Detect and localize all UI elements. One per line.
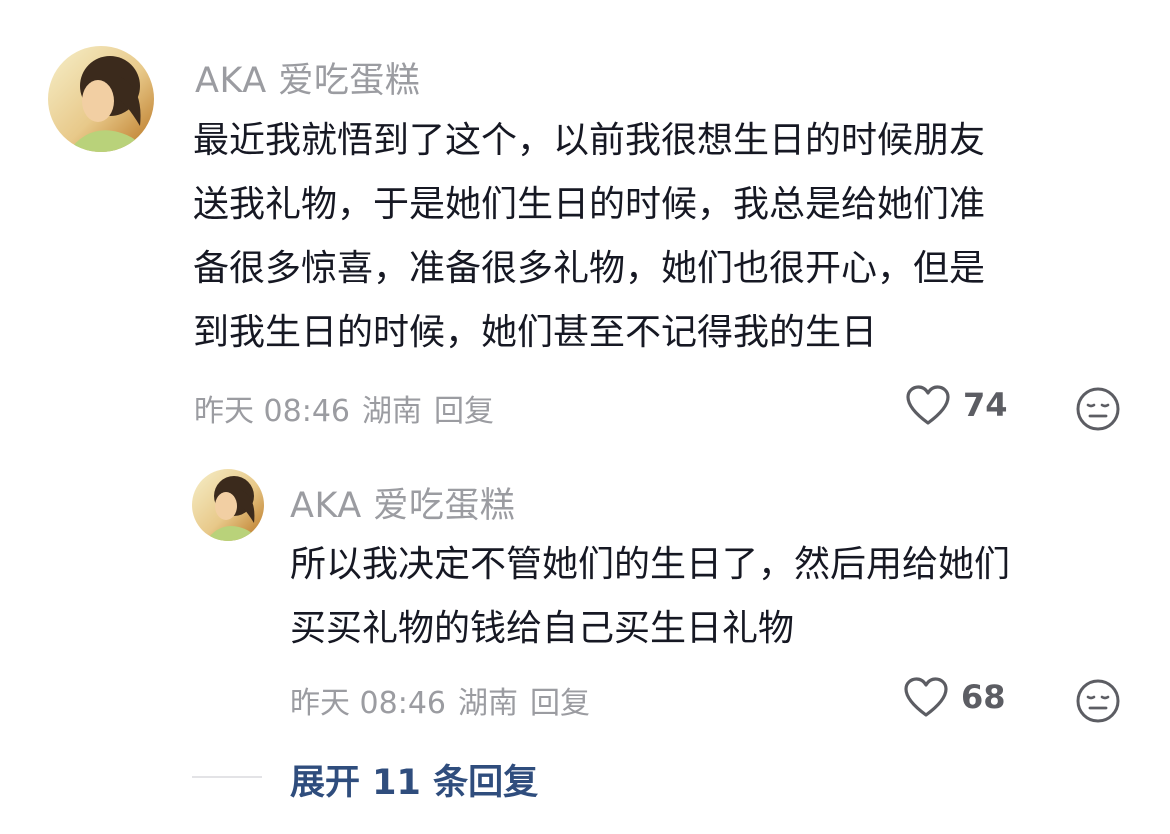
expand-divider <box>192 776 262 778</box>
commenter-username[interactable]: AKA 爱吃蛋糕 <box>195 52 420 103</box>
reply-button[interactable]: 回复 <box>434 386 494 430</box>
reply-avatar[interactable] <box>192 469 264 541</box>
reply-username[interactable]: AKA 爱吃蛋糕 <box>290 477 515 528</box>
like-button[interactable]: 74 <box>905 384 1008 426</box>
comment-location: 湖南 <box>362 394 422 429</box>
reply-time: 昨天 08:46 <box>290 686 446 721</box>
reply-dislike-button[interactable] <box>1075 678 1121 724</box>
heart-outline-icon <box>903 676 949 718</box>
commenter-avatar[interactable] <box>48 46 154 152</box>
heart-outline-icon <box>905 384 951 426</box>
reply-meta: 昨天 08:46 湖南 回复 <box>290 678 590 722</box>
comment-time: 昨天 08:46 <box>194 394 350 429</box>
comment-text: 最近我就悟到了这个，以前我很想生日的时候朋友 送我礼物，于是她们生日的时候，我总… <box>193 120 986 353</box>
expand-replies-button[interactable]: 展开 11 条回复 <box>290 754 538 805</box>
reply-text: 所以我决定不管她们的生日了，然后用给她们 买买礼物的钱给自己买生日礼物 <box>290 544 1011 649</box>
like-count: 74 <box>963 386 1008 424</box>
meh-face-icon <box>1075 678 1121 724</box>
dislike-button[interactable] <box>1075 386 1121 432</box>
reply-like-count: 68 <box>961 678 1006 716</box>
comment-meta: 昨天 08:46 湖南 回复 <box>194 386 494 430</box>
reply-location: 湖南 <box>458 686 518 721</box>
reply-like-button[interactable]: 68 <box>903 676 1006 718</box>
meh-face-icon <box>1075 386 1121 432</box>
reply-reply-button[interactable]: 回复 <box>530 678 590 722</box>
